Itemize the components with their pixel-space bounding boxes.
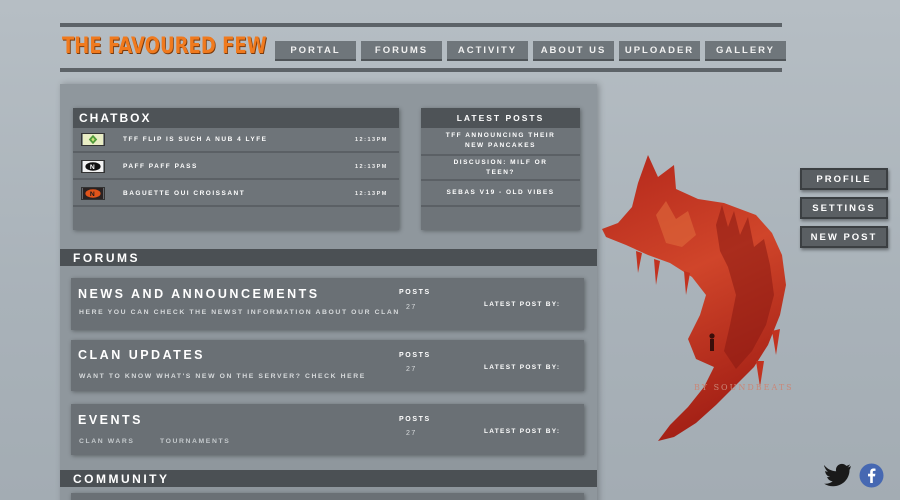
new-post-button[interactable]: NEW POST	[800, 226, 888, 248]
nav-about-us[interactable]: ABOUT US	[533, 41, 614, 61]
latest-post-link[interactable]: SEBAS V19 - OLD VIBES	[421, 181, 580, 207]
forum-description: HERE YOU CAN CHECK THE NEWST INFORMATION…	[79, 309, 400, 316]
posts-count: 27	[406, 430, 417, 437]
header-bottom-rule	[60, 68, 782, 72]
posts-label: POSTS	[399, 289, 431, 296]
posts-label: POSTS	[399, 416, 431, 423]
posts-count: 27	[406, 304, 417, 311]
black-n-logo-icon[interactable]: N	[81, 160, 105, 173]
latest-post-label: LATEST POST BY:	[484, 428, 561, 435]
forum-description: WANT TO KNOW WHAT'S NEW ON THE SERVER? C…	[79, 373, 366, 380]
main-nav: PORTAL FORUMS ACTIVITY ABOUT US UPLOADER…	[275, 41, 786, 61]
latest-posts: LATEST POSTS TFF ANNOUNCING THEIR NEW PA…	[421, 108, 580, 230]
forum-clan-updates[interactable]: CLAN UPDATES WANT TO KNOW WHAT'S NEW ON …	[71, 340, 584, 391]
twitter-icon[interactable]	[824, 463, 852, 489]
chat-message-time: 12:13PM	[355, 190, 388, 197]
nav-activity[interactable]: ACTIVITY	[447, 41, 528, 61]
orange-n-logo-icon[interactable]: N	[81, 187, 105, 200]
forum-title[interactable]: NEWS AND ANNOUNCEMENTS	[78, 287, 320, 301]
latest-post-label: LATEST POST BY:	[484, 301, 561, 308]
svg-text:N: N	[90, 191, 96, 198]
chat-message-time: 12:13PM	[355, 163, 388, 170]
posts-label: POSTS	[399, 352, 431, 359]
community-section-header: COMMUNITY	[60, 470, 597, 487]
subforum-link[interactable]: TOURNAMENTS	[160, 438, 230, 445]
svg-text:N: N	[90, 164, 96, 171]
chat-message: TFF FLIP IS SUCH A NUB 4 LYFE 12:13PM	[73, 128, 399, 153]
fox-artwork-image	[602, 155, 786, 441]
chat-message: N PAFF PAFF PASS 12:13PM	[73, 155, 399, 180]
chat-message-text: TFF FLIP IS SUCH A NUB 4 LYFE	[123, 136, 268, 143]
forum-title[interactable]: CLAN UPDATES	[78, 348, 205, 362]
facebook-icon[interactable]	[859, 463, 884, 488]
latest-posts-title: LATEST POSTS	[421, 108, 580, 128]
nav-gallery[interactable]: GALLERY	[705, 41, 786, 61]
latest-post-label: LATEST POST BY:	[484, 364, 561, 371]
chat-message: N BAGUETTE OUI CROISSANT 12:13PM	[73, 182, 399, 207]
latest-post-link[interactable]: TFF ANNOUNCING THEIR NEW PANCAKES	[421, 128, 580, 156]
settings-button[interactable]: SETTINGS	[800, 197, 888, 219]
artwork-credit: BY SOUNDBEATS	[694, 383, 794, 392]
forums-section-header: FORUMS	[60, 249, 597, 266]
chat-message-text: BAGUETTE OUI CROISSANT	[123, 190, 246, 197]
green-diamond-logo-icon[interactable]	[81, 133, 105, 146]
chat-message-text: PAFF PAFF PASS	[123, 163, 198, 170]
chatbox: CHATBOX TFF FLIP IS SUCH A NUB 4 LYFE 12…	[73, 108, 399, 230]
posts-count: 27	[406, 366, 417, 373]
latest-post-link[interactable]: DISCUSION: MILF OR TEEN?	[421, 156, 580, 181]
nav-forums[interactable]: FORUMS	[361, 41, 442, 61]
profile-button[interactable]: PROFILE	[800, 168, 888, 190]
nav-uploader[interactable]: UPLOADER	[619, 41, 700, 61]
forum-events[interactable]: EVENTS CLAN WARS TOURNAMENTS POSTS 27 LA…	[71, 404, 584, 455]
forum-community-partial[interactable]	[71, 493, 584, 500]
chat-message-time: 12:13PM	[355, 136, 388, 143]
forum-news-announcements[interactable]: NEWS AND ANNOUNCEMENTS HERE YOU CAN CHEC…	[71, 278, 584, 330]
chatbox-title: CHATBOX	[73, 108, 399, 128]
nav-portal[interactable]: PORTAL	[275, 41, 356, 61]
site-logo[interactable]: THE FAVOURED FEW	[62, 34, 267, 59]
forum-title[interactable]: EVENTS	[78, 413, 143, 427]
header-top-rule	[60, 23, 782, 27]
subforum-link[interactable]: CLAN WARS	[79, 438, 135, 445]
